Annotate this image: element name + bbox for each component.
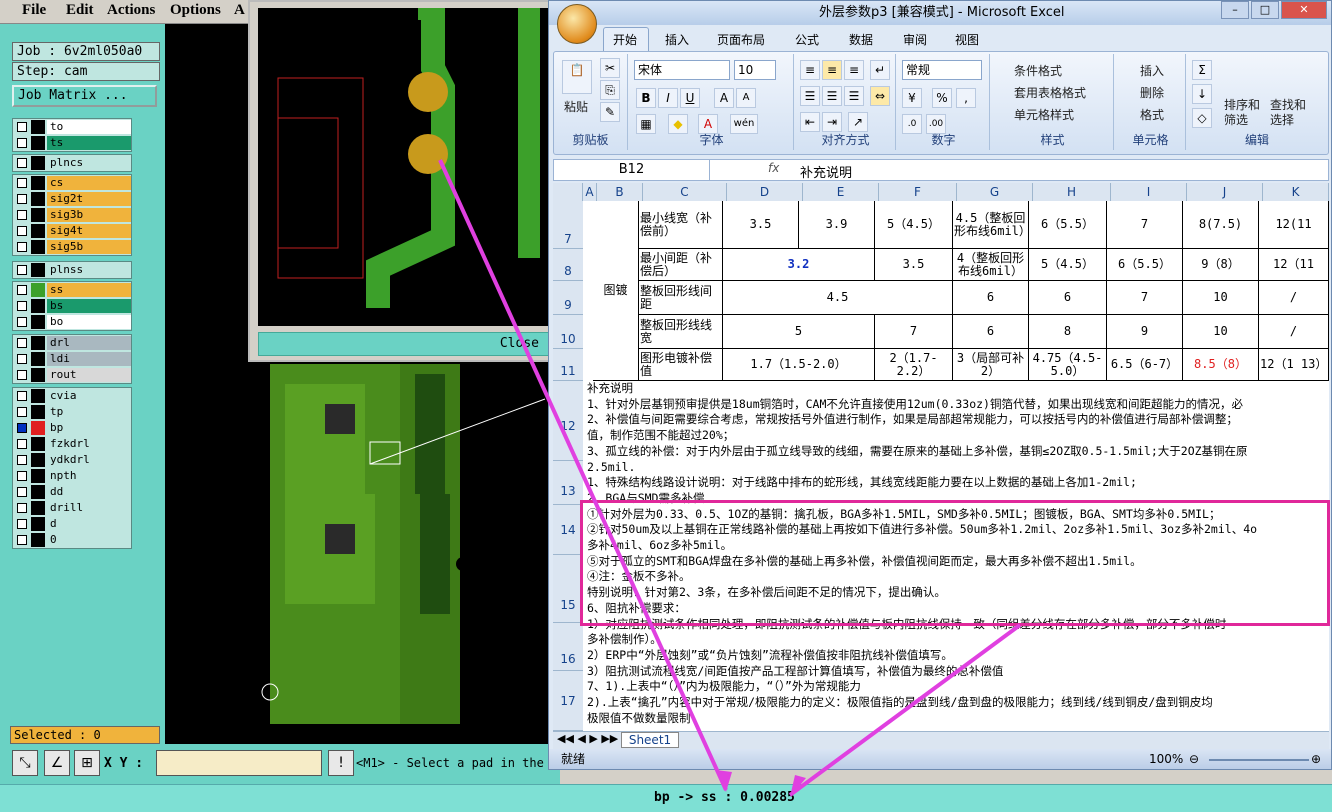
annotation-arrows [438,159,1022,797]
